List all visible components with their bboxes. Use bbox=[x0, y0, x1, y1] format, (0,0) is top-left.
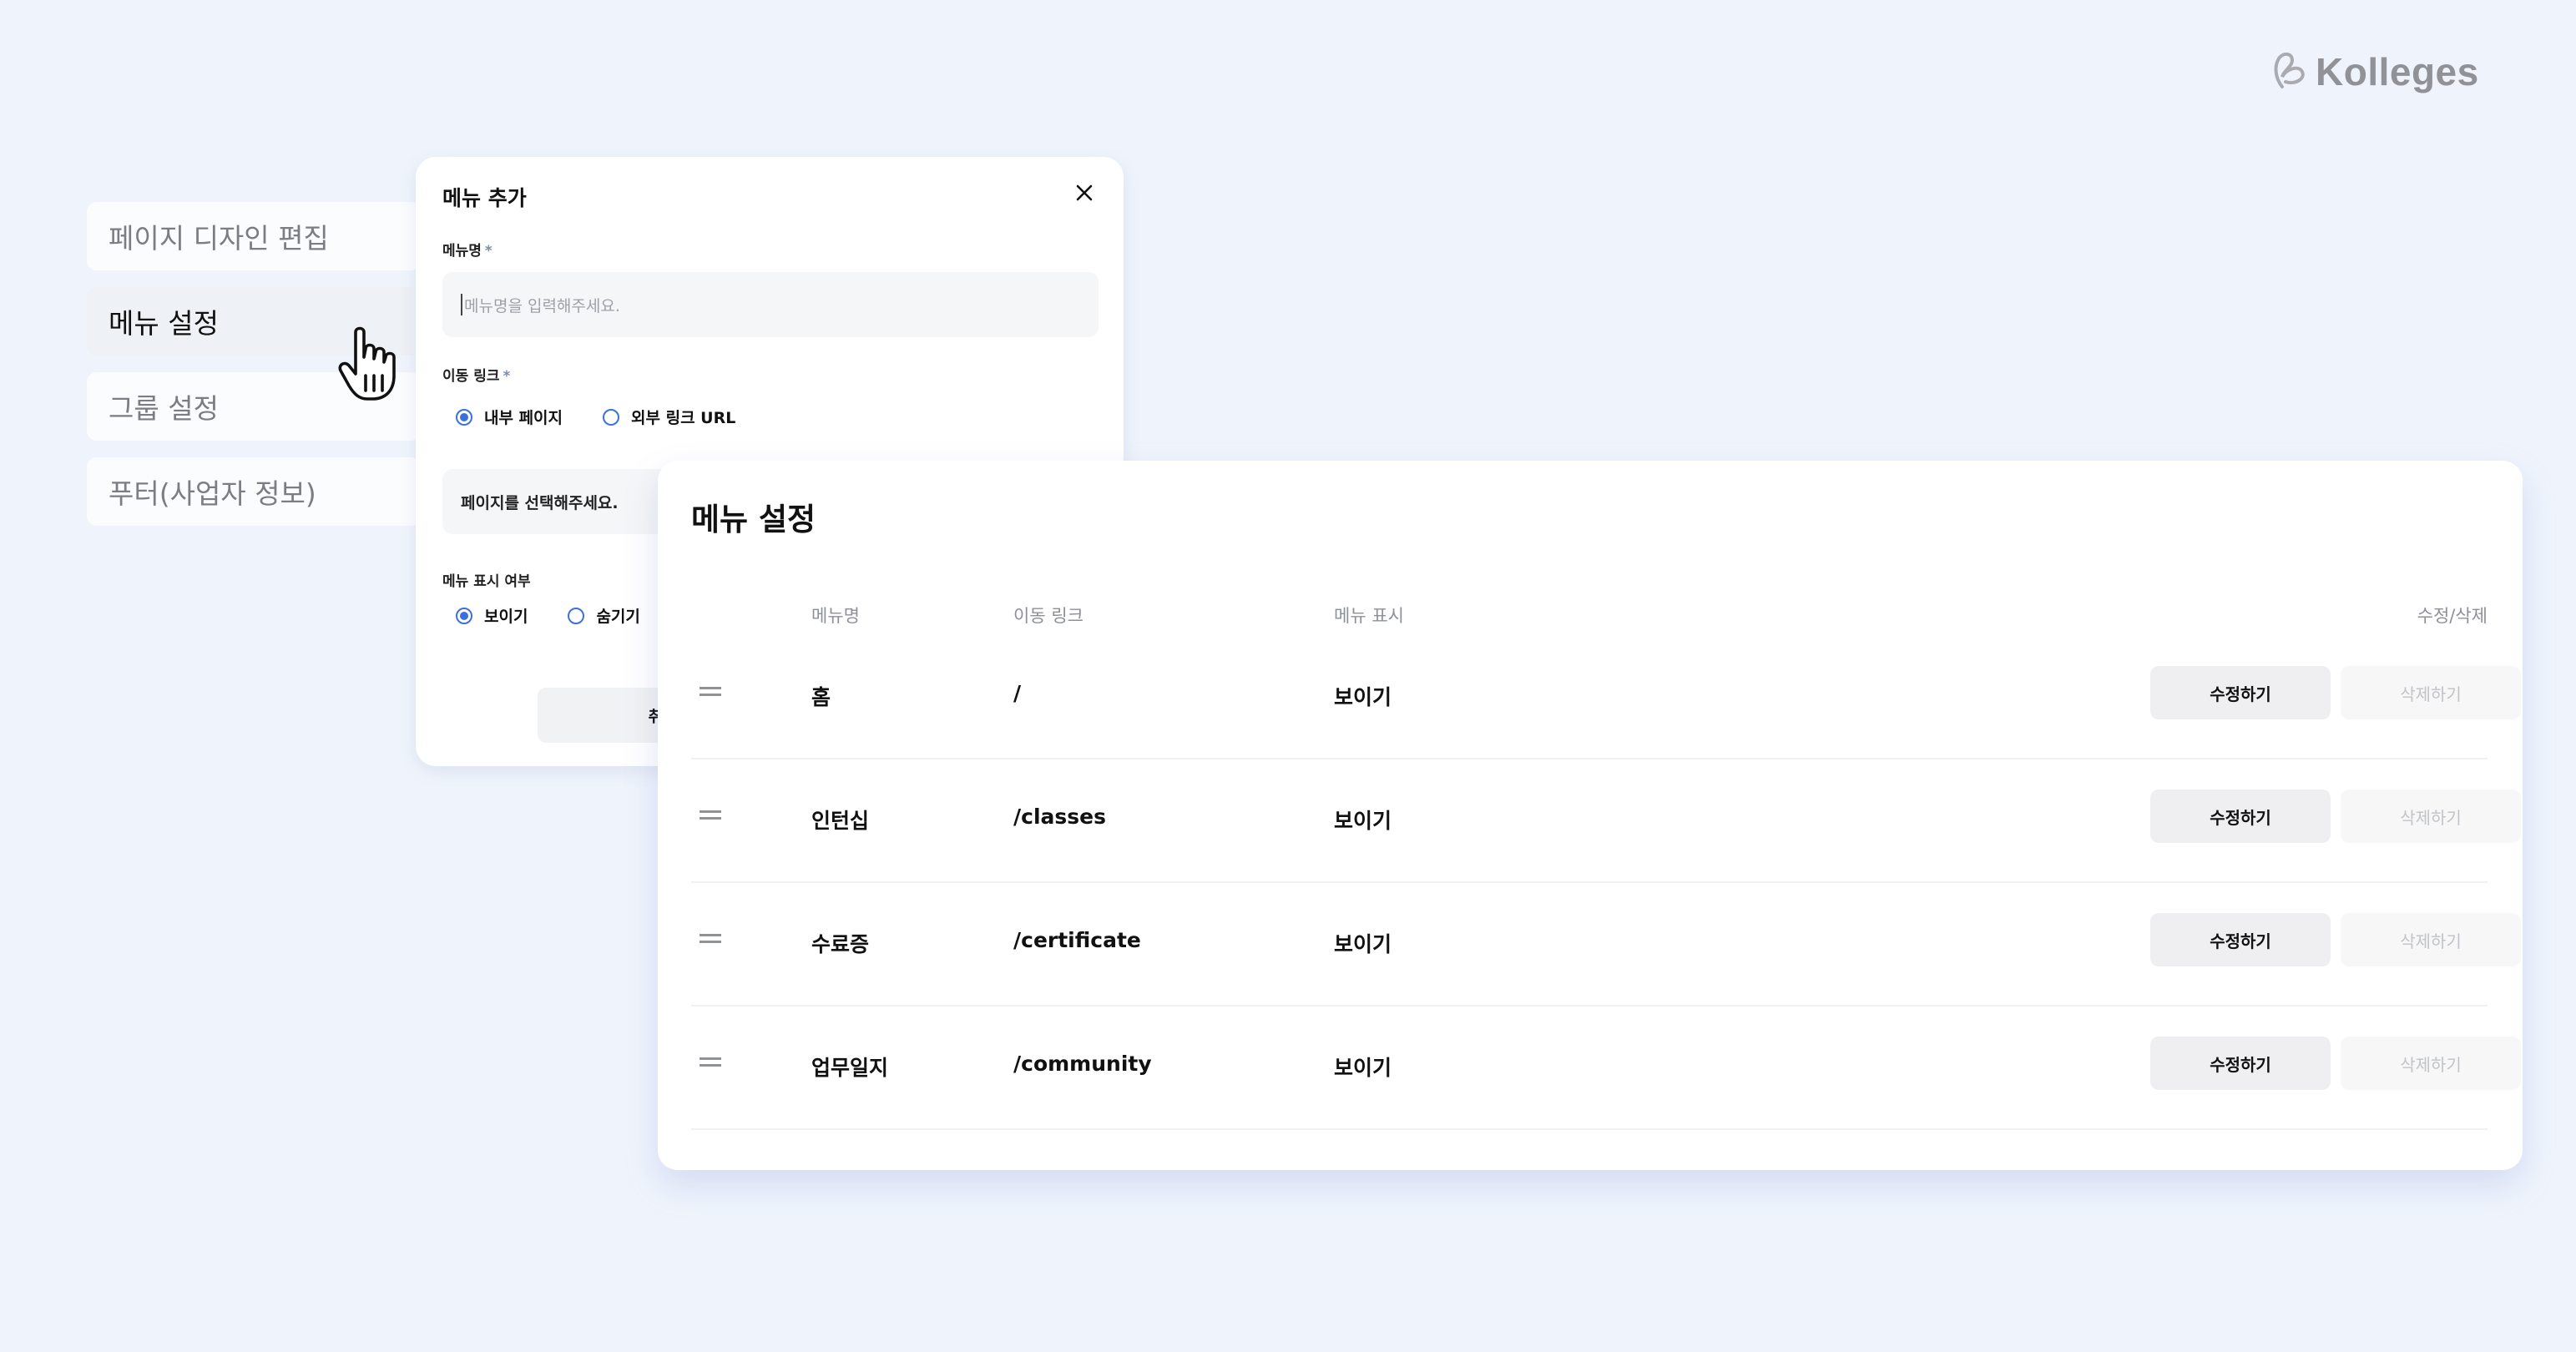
table-row: 수료증 /certificate 보이기 수정하기 삭제하기 bbox=[691, 881, 2521, 1006]
row-menu-name: 수료증 bbox=[811, 932, 870, 956]
brand-logo: Kolleges bbox=[2267, 48, 2479, 95]
sidebar-item-label: 그룹 설정 bbox=[109, 392, 219, 425]
radio-label: 보이기 bbox=[484, 608, 528, 626]
menu-name-input[interactable]: 메뉴명을 입력해주세요. bbox=[442, 272, 1099, 337]
column-header-display: 메뉴 표시 bbox=[1334, 606, 1404, 626]
panel-title: 메뉴 설정 bbox=[691, 502, 816, 537]
modal-title: 메뉴 추가 bbox=[442, 186, 527, 210]
radio-show[interactable] bbox=[456, 607, 472, 624]
close-icon[interactable] bbox=[1073, 182, 1095, 207]
row-menu-name: 홈 bbox=[811, 685, 831, 709]
row-display: 보이기 bbox=[1334, 685, 1392, 709]
radio-label: 내부 페이지 bbox=[484, 409, 563, 427]
delete-button[interactable]: 삭제하기 bbox=[2341, 790, 2521, 843]
delete-button[interactable]: 삭제하기 bbox=[2341, 913, 2521, 966]
edit-button[interactable]: 수정하기 bbox=[2150, 790, 2331, 843]
row-display: 보이기 bbox=[1334, 1056, 1392, 1080]
delete-button[interactable]: 삭제하기 bbox=[2341, 666, 2521, 719]
column-header-link: 이동 링크 bbox=[1013, 606, 1083, 626]
table-row: 인턴십 /classes 보이기 수정하기 삭제하기 bbox=[691, 758, 2521, 883]
delete-button[interactable]: 삭제하기 bbox=[2341, 1037, 2521, 1090]
page-select-placeholder: 페이지를 선택해주세요. bbox=[461, 493, 619, 512]
row-menu-name: 업무일지 bbox=[811, 1056, 889, 1080]
row-link: / bbox=[1013, 681, 1022, 705]
row-link: /certificate bbox=[1013, 928, 1141, 952]
menu-name-placeholder: 메뉴명을 입력해주세요. bbox=[464, 296, 620, 315]
radio-label: 숨기기 bbox=[596, 608, 640, 626]
visibility-radio-group: 보이기 숨기기 bbox=[456, 604, 680, 627]
sidebar-item-label: 메뉴 설정 bbox=[109, 307, 219, 340]
drag-handle-icon[interactable] bbox=[700, 810, 721, 821]
brand-name: Kolleges bbox=[2316, 50, 2479, 93]
drag-handle-icon[interactable] bbox=[700, 1057, 721, 1068]
radio-external-url[interactable] bbox=[603, 408, 620, 426]
edit-button[interactable]: 수정하기 bbox=[2150, 1037, 2331, 1090]
edit-button[interactable]: 수정하기 bbox=[2150, 666, 2331, 719]
drag-handle-icon[interactable] bbox=[700, 686, 721, 698]
text-caret bbox=[461, 294, 462, 315]
sidebar-item-label: 페이지 디자인 편집 bbox=[109, 222, 329, 255]
radio-internal-page[interactable] bbox=[456, 408, 472, 426]
row-link: /classes bbox=[1013, 805, 1106, 829]
menu-settings-panel: 메뉴 설정 메뉴명 이동 링크 메뉴 표시 수정/삭제 홈 / 보이기 수정하기… bbox=[658, 461, 2523, 1170]
row-menu-name: 인턴십 bbox=[811, 809, 870, 833]
row-display: 보이기 bbox=[1334, 809, 1392, 833]
row-display: 보이기 bbox=[1334, 932, 1392, 956]
row-link: /community bbox=[1013, 1052, 1152, 1076]
visibility-label: 메뉴 표시 여부 bbox=[442, 573, 531, 590]
link-label: 이동 링크 * bbox=[442, 368, 511, 385]
hand-pointer-icon bbox=[337, 324, 404, 407]
radio-hide[interactable] bbox=[568, 607, 585, 624]
table-row: 업무일지 /community 보이기 수정하기 삭제하기 bbox=[691, 1005, 2521, 1130]
table-row: 홈 / 보이기 수정하기 삭제하기 bbox=[691, 634, 2521, 759]
radio-label: 외부 링크 URL bbox=[631, 409, 736, 427]
sidebar-item-footer[interactable]: 푸터(사업자 정보) bbox=[87, 457, 421, 526]
sidebar-item-label: 푸터(사업자 정보) bbox=[109, 477, 316, 510]
edit-button[interactable]: 수정하기 bbox=[2150, 913, 2331, 966]
column-header-actions: 수정/삭제 bbox=[2417, 606, 2488, 626]
drag-handle-icon[interactable] bbox=[700, 933, 721, 945]
kolleges-logo-icon bbox=[2267, 48, 2309, 95]
column-header-name: 메뉴명 bbox=[811, 606, 860, 626]
sidebar-item-page-design[interactable]: 페이지 디자인 편집 bbox=[87, 202, 421, 270]
link-type-radio-group: 내부 페이지 외부 링크 URL bbox=[456, 406, 775, 428]
menu-name-label: 메뉴명 * bbox=[442, 243, 492, 260]
